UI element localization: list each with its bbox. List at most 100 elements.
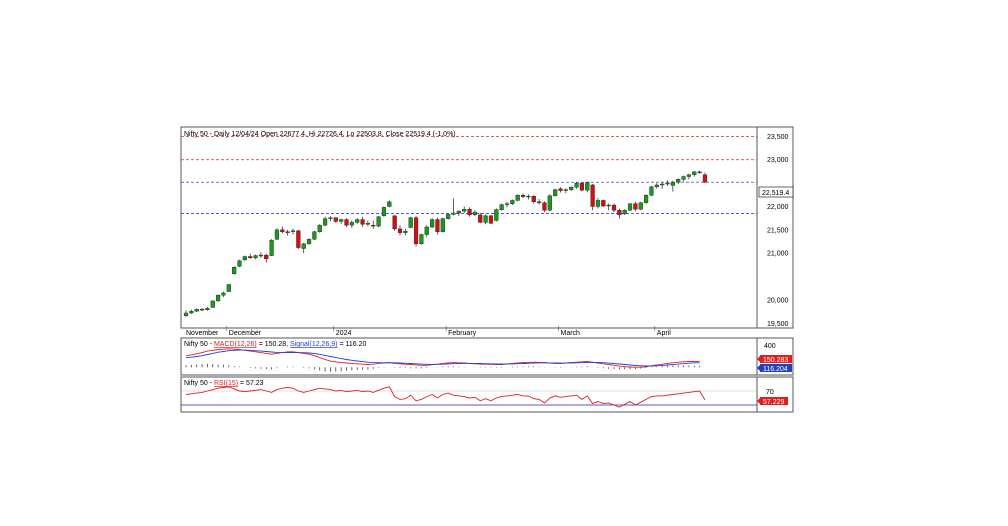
candle-body bbox=[478, 214, 483, 223]
candle-body bbox=[226, 284, 231, 292]
candle-body bbox=[274, 229, 280, 240]
candle-body bbox=[392, 215, 397, 230]
candle-body bbox=[697, 171, 702, 174]
macd-series-value: = 150.28, bbox=[257, 341, 290, 348]
price-chart-title: Nifty 50 - Daily 12/04/24 Open 22677.4, … bbox=[184, 131, 456, 138]
signal-tag: 116.204 bbox=[763, 366, 788, 373]
candle-body bbox=[456, 210, 461, 214]
macd-legend: Nifty 50 - MACD(12,26) = 150.28, Signal(… bbox=[184, 341, 366, 348]
candle-body bbox=[542, 202, 547, 211]
candle-body bbox=[328, 217, 333, 219]
candle-body bbox=[520, 195, 526, 197]
macd-y-tick: 400 bbox=[764, 343, 776, 350]
candle-body bbox=[510, 200, 515, 204]
candle-body bbox=[397, 228, 403, 233]
candle-body bbox=[531, 195, 536, 202]
candle-body bbox=[264, 254, 269, 260]
candle-body bbox=[349, 222, 354, 226]
candle-body bbox=[606, 204, 611, 207]
rsi-series-value: = 57.23 bbox=[238, 380, 264, 387]
signal-series-value: = 116.20 bbox=[338, 341, 367, 348]
rsi-tag: 57.229 bbox=[763, 399, 785, 406]
candle-body bbox=[488, 215, 494, 224]
candle-body bbox=[611, 204, 617, 211]
candle-body bbox=[515, 195, 520, 201]
candle-body bbox=[183, 312, 189, 317]
candle-body bbox=[681, 176, 686, 180]
candle-body bbox=[205, 308, 210, 310]
price-panel-frame bbox=[180, 126, 794, 329]
price-tick-label: 21,500 bbox=[767, 227, 789, 234]
macd-tag: 150.283 bbox=[763, 357, 788, 364]
candle-body bbox=[440, 218, 445, 232]
candle-body bbox=[253, 255, 258, 259]
candle-body bbox=[194, 309, 199, 312]
rsi-series-name: RSI(15) bbox=[214, 380, 238, 387]
candle-body bbox=[462, 209, 467, 212]
candle-body bbox=[585, 182, 590, 191]
candle-body bbox=[387, 201, 392, 207]
candle-body bbox=[285, 231, 290, 233]
month-label: March bbox=[561, 330, 581, 337]
candle-body bbox=[644, 195, 649, 203]
candle-body bbox=[435, 219, 440, 232]
candle-body bbox=[215, 295, 221, 302]
candle-body bbox=[232, 267, 237, 274]
candle-body bbox=[670, 181, 675, 186]
candle-body bbox=[504, 203, 510, 205]
candle-body bbox=[676, 179, 681, 183]
rsi-legend: Nifty 50 - RSI(15) = 57.23 bbox=[184, 380, 264, 387]
month-label: February bbox=[448, 330, 477, 337]
price-axis: 23,500 23,000 22,000 21,500 21,000 20,000 19,5… bbox=[767, 134, 789, 328]
candle-body bbox=[499, 204, 504, 210]
candle-body bbox=[590, 184, 595, 207]
candle-body bbox=[526, 195, 531, 198]
candle-body bbox=[553, 189, 558, 196]
candle-body bbox=[665, 182, 670, 185]
candle-body bbox=[376, 216, 381, 227]
candle-body bbox=[381, 207, 387, 217]
candle-body bbox=[424, 226, 429, 235]
candle-body bbox=[221, 292, 226, 296]
price-tick-label: 23,500 bbox=[767, 134, 789, 141]
price-tick-label: 23,000 bbox=[767, 157, 789, 164]
candle-body bbox=[339, 219, 344, 222]
candle-body bbox=[686, 174, 691, 177]
candle-body bbox=[360, 219, 365, 225]
month-label: December bbox=[229, 330, 262, 337]
chart-canvas: Nifty 50 - Daily 12/04/24 Open 22677.4, … bbox=[180, 126, 794, 413]
candle-body bbox=[189, 310, 194, 314]
candle-body bbox=[323, 218, 328, 226]
candle-body bbox=[692, 171, 697, 175]
candle-body bbox=[537, 201, 542, 203]
last-price-label: 22,519.4 bbox=[762, 190, 789, 197]
candle-body bbox=[199, 309, 205, 311]
candle-body bbox=[483, 215, 488, 223]
candle-body bbox=[333, 217, 338, 222]
candle-body bbox=[660, 183, 665, 186]
candle-body bbox=[574, 182, 579, 188]
price-tick-label: 22,000 bbox=[767, 204, 789, 211]
candle-body bbox=[430, 219, 435, 228]
price-tick-label: 20,000 bbox=[767, 297, 789, 304]
macd-series-name: MACD(12,26) bbox=[214, 341, 257, 348]
candle-body bbox=[280, 229, 285, 232]
month-label: November bbox=[186, 330, 219, 337]
signal-series-name: Signal(12,26,9) bbox=[290, 341, 337, 348]
candle-body bbox=[403, 231, 408, 233]
candle-body bbox=[601, 200, 606, 207]
candle-body bbox=[702, 174, 708, 183]
candle-body bbox=[472, 211, 477, 216]
candle-body bbox=[558, 188, 563, 191]
rsi-y-tick: 70 bbox=[766, 389, 774, 396]
candle-body bbox=[371, 224, 376, 227]
candle-body bbox=[569, 187, 574, 190]
macd-prefix: Nifty 50 - bbox=[184, 341, 214, 348]
candle-body bbox=[248, 256, 253, 259]
candle-body bbox=[301, 243, 306, 249]
rsi-prefix: Nifty 50 - bbox=[184, 380, 214, 387]
candle-body bbox=[595, 200, 601, 207]
candle-body bbox=[622, 210, 627, 215]
candle-body bbox=[579, 182, 584, 191]
candle-body bbox=[563, 189, 568, 191]
